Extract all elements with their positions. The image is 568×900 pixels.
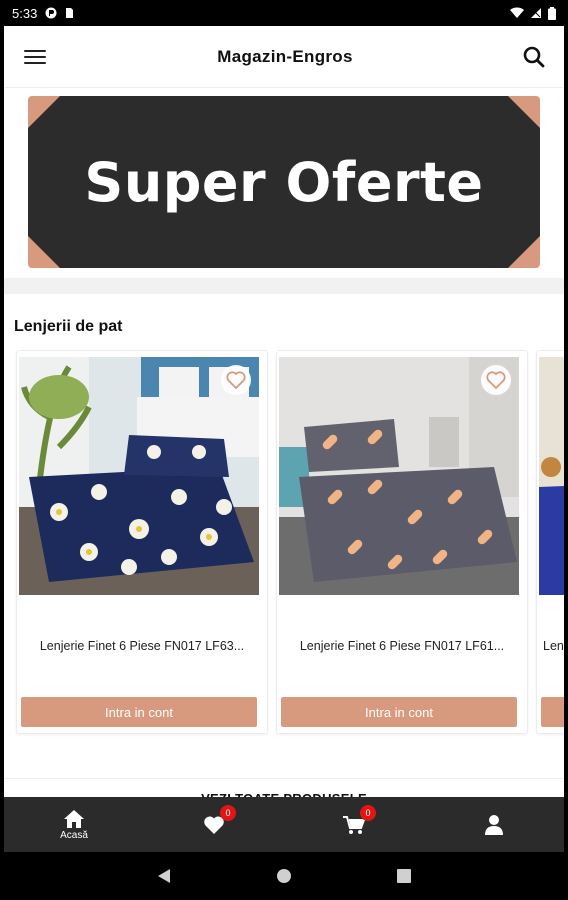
- banner-container: Super Oferte: [4, 88, 564, 278]
- user-icon: [485, 814, 503, 835]
- product-card[interactable]: Lenjerie Finet 6 Piese FN017 LF61... Int…: [276, 350, 528, 734]
- app-title: Magazin-Engros: [217, 46, 353, 66]
- battery-icon: [548, 6, 556, 20]
- nav-cart[interactable]: 0: [284, 797, 424, 852]
- promo-banner[interactable]: Super Oferte: [28, 96, 540, 268]
- product-name[interactable]: Lenjerie Finet 6 Piese FN017 LF61...: [277, 639, 527, 653]
- search-icon[interactable]: [520, 43, 548, 71]
- signal-icon: [531, 8, 541, 18]
- section-title: Lenjerii de pat: [14, 318, 123, 335]
- status-bar: 5:33: [0, 0, 568, 26]
- product-name[interactable]: Lenjerie Finet 6 Piese FN017 LF63...: [17, 639, 267, 653]
- login-button[interactable]: Intra in cont: [21, 697, 257, 727]
- wifi-icon: [510, 7, 524, 19]
- nav-home[interactable]: Acasă: [4, 797, 144, 852]
- nav-home-label: Acasă: [60, 829, 88, 841]
- product-card[interactable]: Len: [536, 350, 564, 734]
- favorite-heart-icon[interactable]: [481, 365, 511, 395]
- product-image[interactable]: [279, 357, 519, 595]
- app-header: Magazin-Engros: [4, 26, 564, 88]
- status-time: 5:33: [12, 5, 38, 21]
- cart-count-badge: 0: [360, 805, 376, 821]
- favorite-heart-icon[interactable]: [221, 365, 251, 395]
- product-image[interactable]: [19, 357, 259, 595]
- login-button[interactable]: [541, 697, 564, 727]
- status-icons: [510, 6, 556, 20]
- section-divider: [4, 278, 564, 294]
- nav-favorites[interactable]: 0: [144, 797, 284, 852]
- app-screen: Magazin-Engros Super Oferte Lenjerii de …: [4, 26, 564, 852]
- product-name[interactable]: Len: [537, 639, 564, 653]
- recents-icon[interactable]: [392, 864, 416, 888]
- notification-icon: [45, 7, 57, 19]
- back-icon[interactable]: [152, 864, 176, 888]
- product-image[interactable]: [539, 357, 564, 595]
- product-card[interactable]: Lenjerie Finet 6 Piese FN017 LF63... Int…: [16, 350, 268, 734]
- sd-card-icon: [66, 8, 74, 18]
- nav-account[interactable]: [424, 797, 564, 852]
- login-button[interactable]: Intra in cont: [281, 697, 517, 727]
- favorites-count-badge: 0: [220, 805, 236, 821]
- menu-icon[interactable]: [24, 44, 50, 70]
- home-circle-icon[interactable]: [272, 864, 296, 888]
- home-icon: [64, 809, 84, 828]
- bottom-navigation: Acasă 0 0: [4, 797, 564, 852]
- system-navigation-bar: [0, 852, 568, 900]
- product-carousel[interactable]: Lenjerie Finet 6 Piese FN017 LF63... Int…: [4, 350, 564, 742]
- banner-text: Super Oferte: [84, 150, 484, 214]
